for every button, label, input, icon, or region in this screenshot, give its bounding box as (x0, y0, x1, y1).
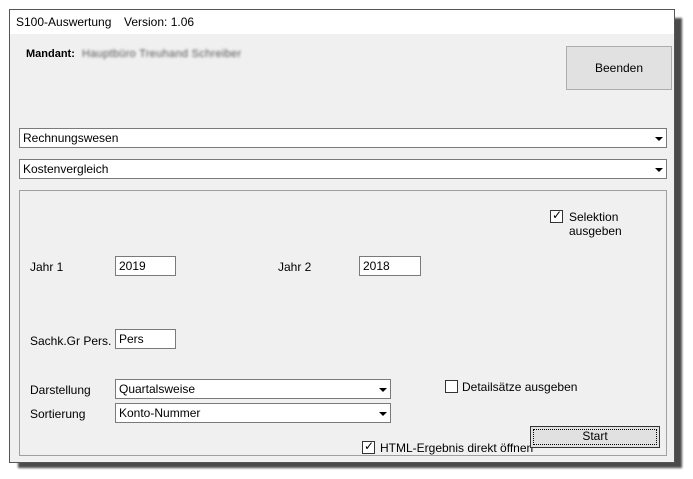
title-bar: S100-Auswertung Version: 1.06 (10, 10, 674, 34)
version-label: Version: 1.06 (124, 15, 195, 29)
jahr2-label: Jahr 2 (278, 260, 312, 274)
app-window: S100-Auswertung Version: 1.06 Mandant: H… (9, 9, 675, 463)
options-panel: Selektion ausgeben Jahr 1 2019 Jahr 2 20… (19, 190, 667, 456)
darstellung-label: Darstellung (30, 383, 91, 397)
jahr1-input[interactable]: 2019 (115, 256, 176, 276)
details-checkbox[interactable] (445, 380, 458, 393)
selektion-checkbox[interactable] (550, 208, 563, 223)
mandant-value: Hauptbüro Treuhand Schreiber (82, 48, 242, 60)
sachk-input[interactable]: Pers (115, 329, 176, 349)
sortierung-select-value: Konto-Nummer (119, 406, 201, 420)
darstellung-select[interactable]: Quartalsweise (115, 379, 391, 399)
details-label: Detailsätze ausgeben (462, 380, 578, 394)
bereich-select-value: Rechnungswesen (23, 131, 119, 145)
jahr2-input[interactable]: 2018 (359, 256, 421, 276)
html-open-checkbox[interactable] (362, 439, 375, 454)
chevron-down-icon[interactable] (373, 404, 390, 422)
chevron-down-icon[interactable] (649, 129, 666, 147)
sortierung-select[interactable]: Konto-Nummer (115, 403, 391, 423)
auswertung-select[interactable]: Kostenvergleich (19, 159, 667, 179)
start-button[interactable]: Start (530, 426, 660, 448)
sachk-label: Sachk.Gr Pers. (30, 334, 112, 348)
beenden-button[interactable]: Beenden (566, 46, 672, 90)
sortierung-label: Sortierung (30, 407, 86, 421)
sachk-input-value: Pers (119, 332, 144, 346)
jahr2-input-value: 2018 (363, 259, 390, 273)
chevron-down-icon[interactable] (373, 380, 390, 398)
selektion-label: Selektion ausgeben (569, 210, 622, 238)
auswertung-select-value: Kostenvergleich (23, 162, 109, 176)
mandant-label: Mandant: (26, 48, 75, 60)
bereich-select[interactable]: Rechnungswesen (19, 128, 667, 148)
jahr1-input-value: 2019 (119, 259, 146, 273)
jahr1-label: Jahr 1 (30, 260, 64, 274)
darstellung-select-value: Quartalsweise (119, 382, 196, 396)
html-open-label: HTML-Ergebnis direkt öffnen (380, 441, 534, 455)
chevron-down-icon[interactable] (649, 160, 666, 178)
window-title: S100-Auswertung (16, 15, 112, 29)
